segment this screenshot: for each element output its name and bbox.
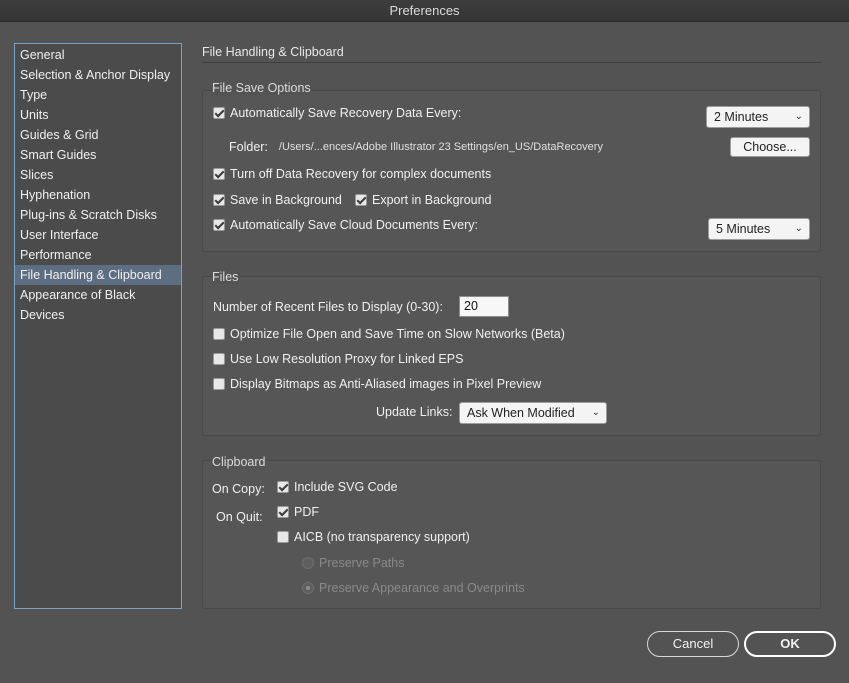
anti-aliased-bitmaps-label: Display Bitmaps as Anti-Aliased images i… [230,377,542,391]
low-res-proxy-checkbox[interactable] [213,353,225,365]
turn-off-recovery-checkbox[interactable] [213,168,225,180]
update-links-value: Ask When Modified [467,406,575,420]
file-save-options-label: File Save Options [212,81,311,95]
chevron-down-icon: ⌄ [794,223,803,234]
save-in-background-label: Save in Background [230,193,342,207]
low-res-proxy-row: Use Low Resolution Proxy for Linked EPS [213,352,463,366]
on-copy-label: On Copy: [212,482,265,496]
preserve-paths-row: Preserve Paths [302,556,404,570]
page-title: File Handling & Clipboard [202,45,344,59]
window-title: Preferences [0,0,849,22]
recent-files-row: Number of Recent Files to Display (0-30)… [213,300,443,314]
low-res-proxy-label: Use Low Resolution Proxy for Linked EPS [230,352,464,366]
preferences-sidebar: General Selection & Anchor Display Type … [14,43,182,609]
chevron-down-icon: ⌄ [591,407,600,418]
sidebar-item-hyphenation[interactable]: Hyphenation [15,185,181,205]
export-in-background-row: Export in Background [355,193,492,207]
save-in-background-row: Save in Background [213,193,342,207]
folder-label: Folder: [229,140,268,154]
folder-path: /Users/...ences/Adobe Illustrator 23 Set… [278,141,603,153]
sidebar-item-general[interactable]: General [15,45,181,65]
include-svg-row: Include SVG Code [277,480,398,494]
preserve-appearance-label: Preserve Appearance and Overprints [319,581,525,595]
on-quit-row: On Quit: [216,510,263,524]
chevron-down-icon: ⌄ [794,111,803,122]
clipboard-label: Clipboard [212,455,266,469]
include-svg-label: Include SVG Code [294,480,398,494]
preserve-appearance-radio[interactable] [302,582,314,594]
sidebar-item-selection-anchor-display[interactable]: Selection & Anchor Display [15,65,181,85]
export-in-background-label: Export in Background [372,193,492,207]
files-label: Files [212,270,239,284]
sidebar-item-type[interactable]: Type [15,85,181,105]
save-in-background-checkbox[interactable] [213,194,225,206]
auto-save-interval-value: 2 Minutes [714,110,769,124]
auto-save-cloud-row: Automatically Save Cloud Documents Every… [213,218,478,232]
auto-save-cloud-checkbox[interactable] [213,219,225,231]
sidebar-item-devices[interactable]: Devices [15,305,181,325]
on-quit-label: On Quit: [216,510,263,524]
optimize-network-label: Optimize File Open and Save Time on Slow… [230,327,565,341]
cloud-save-interval-select[interactable]: 5 Minutes ⌄ [708,218,810,240]
update-links-label: Update Links: [376,405,453,419]
sidebar-item-performance[interactable]: Performance [15,245,181,265]
recent-files-label: Number of Recent Files to Display (0-30)… [213,300,443,314]
sidebar-item-guides-grid[interactable]: Guides & Grid [15,125,181,145]
anti-aliased-bitmaps-checkbox[interactable] [213,378,225,390]
turn-off-recovery-label: Turn off Data Recovery for complex docum… [230,167,492,181]
aicb-row: AICB (no transparency support) [277,530,470,544]
folder-row: Folder: /Users/...ences/Adobe Illustrato… [229,140,603,154]
pdf-checkbox[interactable] [277,506,289,518]
recent-files-input[interactable]: 20 [459,296,509,317]
auto-save-recovery-label: Automatically Save Recovery Data Every: [230,106,462,120]
pdf-label: PDF [294,505,319,519]
include-svg-checkbox[interactable] [277,481,289,493]
sidebar-item-units[interactable]: Units [15,105,181,125]
choose-folder-button[interactable]: Choose... [730,137,810,157]
sidebar-item-appearance-of-black[interactable]: Appearance of Black [15,285,181,305]
auto-save-cloud-label: Automatically Save Cloud Documents Every… [230,218,479,232]
aicb-label: AICB (no transparency support) [294,530,470,544]
sidebar-item-plugins-scratch-disks[interactable]: Plug-ins & Scratch Disks [15,205,181,225]
update-links-select[interactable]: Ask When Modified ⌄ [459,402,607,424]
sidebar-item-user-interface[interactable]: User Interface [15,225,181,245]
preserve-paths-radio[interactable] [302,557,314,569]
sidebar-item-file-handling-clipboard[interactable]: File Handling & Clipboard [15,265,181,285]
auto-save-interval-select[interactable]: 2 Minutes ⌄ [706,106,810,128]
preserve-paths-label: Preserve Paths [319,556,405,570]
cancel-button[interactable]: Cancel [647,631,739,657]
turn-off-recovery-row: Turn off Data Recovery for complex docum… [213,167,491,181]
cloud-save-interval-value: 5 Minutes [716,222,771,236]
optimize-network-checkbox[interactable] [213,328,225,340]
title-divider [202,62,821,63]
auto-save-recovery-checkbox[interactable] [213,107,225,119]
update-links-row: Update Links: [376,405,452,419]
optimize-network-row: Optimize File Open and Save Time on Slow… [213,327,565,341]
sidebar-item-smart-guides[interactable]: Smart Guides [15,145,181,165]
ok-button[interactable]: OK [744,631,836,657]
pdf-row: PDF [277,505,319,519]
auto-save-recovery-row: Automatically Save Recovery Data Every: [213,106,461,120]
export-in-background-checkbox[interactable] [355,194,367,206]
sidebar-item-slices[interactable]: Slices [15,165,181,185]
anti-aliased-bitmaps-row: Display Bitmaps as Anti-Aliased images i… [213,377,541,391]
preserve-appearance-row: Preserve Appearance and Overprints [302,581,525,595]
aicb-checkbox[interactable] [277,531,289,543]
on-copy-row: On Copy: [212,482,265,496]
